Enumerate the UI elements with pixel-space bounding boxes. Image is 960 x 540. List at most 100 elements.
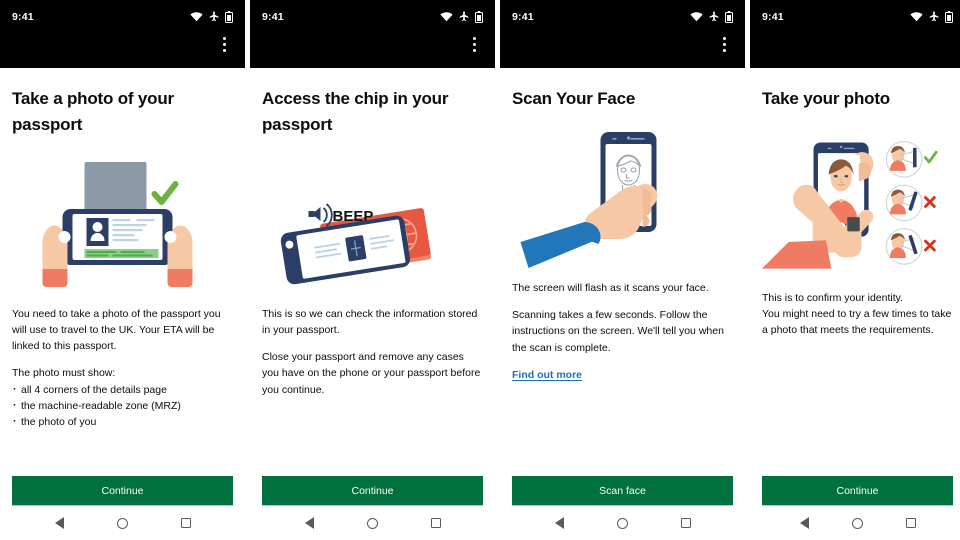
status-bar: 9:41 — [750, 0, 960, 26]
page-title: Take a photo of your passport — [12, 89, 174, 134]
back-button[interactable] — [799, 517, 809, 529]
recents-button[interactable] — [680, 518, 691, 528]
home-circle-icon — [616, 517, 628, 529]
status-clock: 9:41 — [762, 10, 784, 23]
recents-square-icon — [905, 518, 916, 528]
recents-button[interactable] — [180, 518, 191, 528]
wifi-icon — [190, 11, 203, 21]
body-text: This is so we can check the information … — [262, 306, 483, 398]
overflow-menu-icon[interactable] — [716, 33, 732, 55]
paragraph: This is to confirm your identity. You mi… — [762, 291, 952, 337]
page-title: Scan Your Face — [512, 89, 636, 108]
wifi-icon — [910, 11, 923, 21]
home-button[interactable] — [366, 517, 378, 529]
airplane-mode-icon — [709, 11, 719, 21]
paragraph: Close your passport and remove any cases… — [262, 351, 481, 396]
battery-icon — [945, 10, 953, 23]
status-icons — [440, 10, 483, 23]
screen-content: Scan Your Face The screen will flash as … — [500, 68, 745, 506]
status-clock: 9:41 — [512, 10, 534, 23]
app-bar: 9:41 — [500, 0, 745, 68]
status-icons — [190, 10, 233, 23]
app-bar: 9:41 — [750, 0, 960, 68]
phone-screen-take-photo: 9:41 Take your photo This is to confirm … — [750, 0, 960, 540]
screenshot-board: 9:41 Take a photo of your passport You n… — [0, 0, 960, 540]
battery-icon — [475, 10, 483, 23]
button-container: Continue — [762, 476, 953, 506]
overflow-menu-icon[interactable] — [216, 33, 232, 55]
status-icons — [910, 10, 953, 23]
wifi-icon — [690, 11, 703, 21]
continue-button[interactable]: Continue — [262, 476, 483, 506]
overflow-menu-icon[interactable] — [466, 33, 482, 55]
back-triangle-icon — [54, 517, 64, 529]
home-circle-icon — [366, 517, 378, 529]
button-container: Scan face — [512, 476, 733, 506]
status-bar: 9:41 — [0, 0, 245, 26]
paragraph: The screen will flash as it scans your f… — [512, 281, 709, 294]
screen-content: Access the chip in your passport BEEP Th… — [250, 68, 495, 506]
button-container: Continue — [262, 476, 483, 506]
battery-icon — [225, 10, 233, 23]
system-nav-bar — [750, 506, 960, 540]
status-clock: 9:41 — [262, 10, 284, 23]
home-button[interactable] — [116, 517, 128, 529]
paragraph: Scanning takes a few seconds. Follow the… — [512, 309, 724, 354]
continue-button[interactable]: Continue — [762, 476, 953, 506]
button-container: Continue — [12, 476, 233, 506]
phone-screen-passport-chip: 9:41 Access the chip in your passport BE… — [250, 0, 495, 540]
back-triangle-icon — [304, 517, 314, 529]
continue-button[interactable]: Continue — [12, 476, 233, 506]
back-triangle-icon — [799, 517, 809, 529]
recents-square-icon — [430, 518, 441, 528]
wifi-icon — [440, 11, 453, 21]
illustration-face-scan — [512, 121, 733, 272]
back-button[interactable] — [554, 517, 564, 529]
page-title: Access the chip in your passport — [262, 89, 449, 134]
battery-icon — [725, 10, 733, 23]
back-button[interactable] — [54, 517, 64, 529]
app-bar: 9:41 — [0, 0, 245, 68]
status-bar: 9:41 — [500, 0, 745, 26]
app-bar: 9:41 — [250, 0, 495, 68]
home-circle-icon — [851, 517, 863, 529]
find-out-more-link[interactable]: Find out more — [512, 367, 582, 383]
back-button[interactable] — [304, 517, 314, 529]
status-bar: 9:41 — [250, 0, 495, 26]
paragraph: You need to take a photo of the passport… — [12, 307, 221, 353]
home-button[interactable] — [616, 517, 628, 529]
system-nav-bar — [500, 506, 745, 540]
recents-button[interactable] — [430, 518, 441, 528]
phone-screen-passport-photo: 9:41 Take a photo of your passport You n… — [0, 0, 245, 540]
status-icons — [690, 10, 733, 23]
body-text: This is to confirm your identity. You mi… — [762, 290, 953, 339]
home-circle-icon — [116, 517, 128, 529]
body-text: You need to take a photo of the passport… — [12, 306, 233, 431]
list-item: the photo of you — [12, 413, 233, 430]
system-nav-bar — [250, 506, 495, 540]
airplane-mode-icon — [209, 11, 219, 21]
list-item: all 4 corners of the details page — [12, 381, 233, 398]
airplane-mode-icon — [459, 11, 469, 21]
svg-text:BEEP: BEEP — [333, 208, 374, 225]
paragraph: The photo must show: — [12, 367, 116, 380]
airplane-mode-icon — [929, 11, 939, 21]
status-clock: 9:41 — [12, 10, 34, 23]
requirements-list: all 4 corners of the details page the ma… — [12, 381, 233, 431]
recents-square-icon — [680, 518, 691, 528]
back-triangle-icon — [554, 517, 564, 529]
phone-screen-scan-face: 9:41 Scan Your Face The screen will flas… — [500, 0, 745, 540]
illustration-selfie-guides — [762, 135, 953, 269]
body-text: The screen will flash as it scans your f… — [512, 280, 733, 383]
illustration-nfc-chip-read: BEEP — [262, 147, 483, 298]
paragraph: This is so we can check the information … — [262, 307, 478, 336]
home-button[interactable] — [851, 517, 863, 529]
page-title: Take your photo — [762, 89, 890, 108]
system-nav-bar — [0, 506, 245, 540]
screen-content: Take a photo of your passport You need t… — [0, 68, 245, 506]
illustration-passport-scan — [12, 147, 233, 298]
scan-face-button[interactable]: Scan face — [512, 476, 733, 506]
recents-button[interactable] — [905, 518, 916, 528]
list-item: the machine-readable zone (MRZ) — [12, 397, 233, 414]
recents-square-icon — [180, 518, 191, 528]
